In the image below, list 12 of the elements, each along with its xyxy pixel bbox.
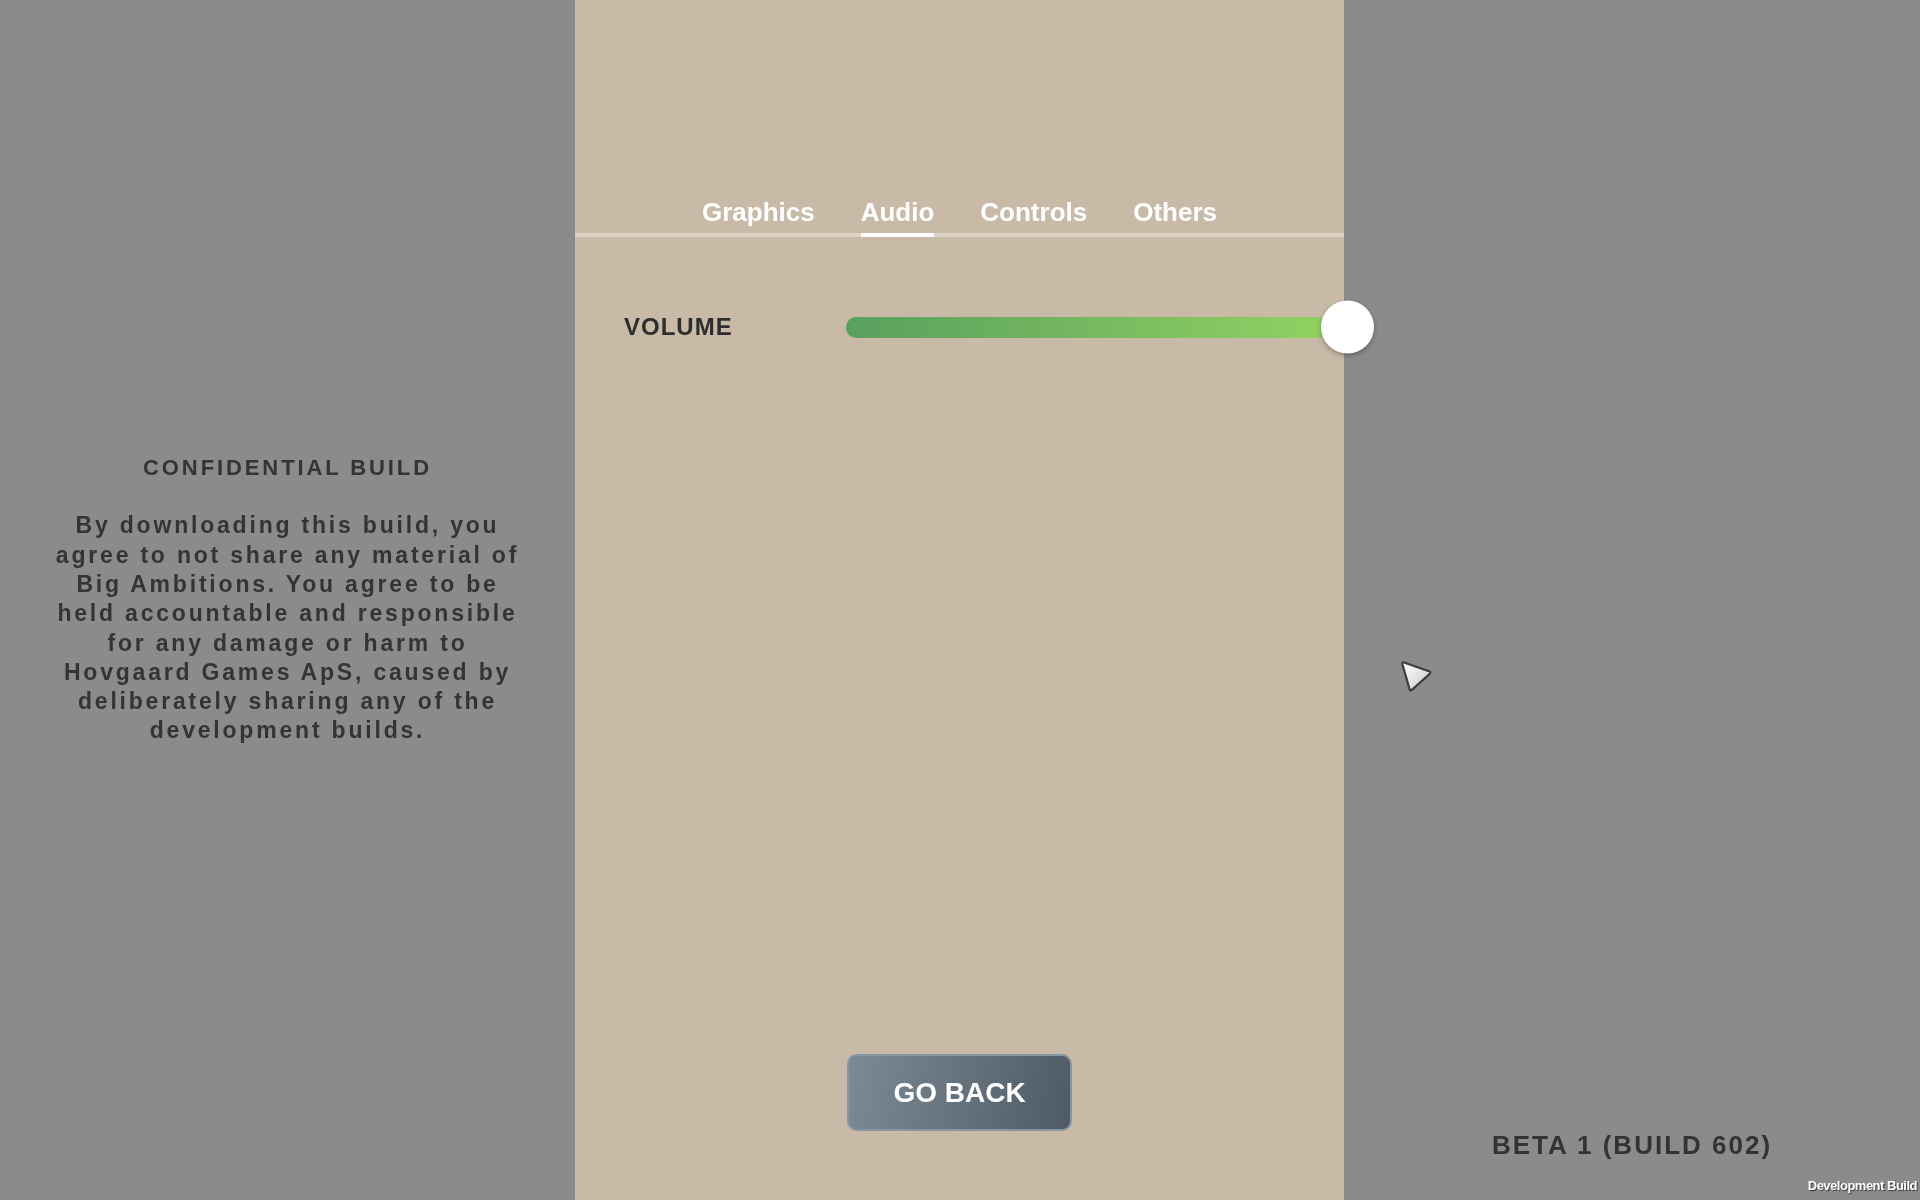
notice-text: By downloading this build, you agree to not share any material of Big Ambitions. You agree to be held accountable and responsible for any damage or harm to Hovgaard Games ApS, caused by deliberately sharing any of the development builds. [54, 511, 521, 746]
version-label: BETA 1 (BUILD 602) [1491, 1130, 1773, 1160]
cursor-icon [1399, 659, 1434, 694]
setting-label: VOLUME [624, 313, 734, 341]
tab[interactable]: Graphics [701, 197, 815, 237]
tab[interactable]: Others [1133, 197, 1218, 237]
slider-thumb[interactable] [1321, 300, 1374, 354]
tab[interactable]: Audio [860, 197, 935, 237]
notice-title: CONFIDENTIAL BUILD [143, 454, 432, 483]
go-back-button[interactable]: GO BACK [847, 1054, 1072, 1131]
build-label: Development Build [1807, 1178, 1917, 1193]
tab[interactable]: Controls [980, 197, 1088, 237]
